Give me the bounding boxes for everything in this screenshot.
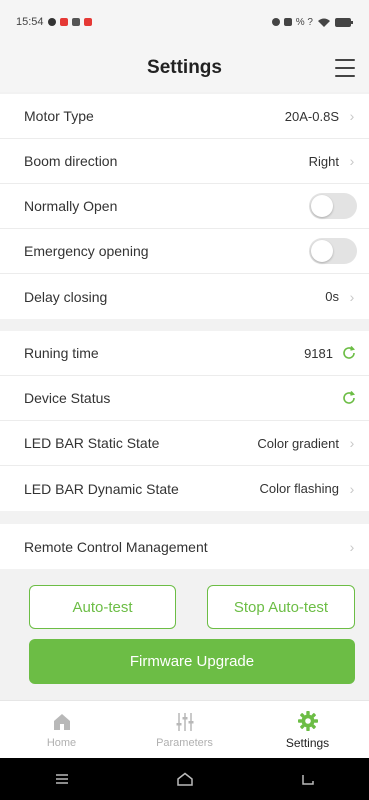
row-right: Color flashing ›: [260, 481, 358, 497]
settings-group-remote: Remote Control Management ›: [0, 524, 369, 569]
row-running-time: Runing time 9181: [0, 331, 369, 376]
menu-icon-line: [335, 67, 355, 69]
nav-settings[interactable]: Settings: [246, 701, 369, 758]
row-right: Color gradient ›: [257, 435, 357, 451]
row-label: Boom direction: [24, 153, 118, 169]
sliders-icon: [176, 712, 193, 731]
normally-open-toggle[interactable]: [309, 193, 357, 219]
toggle-knob: [311, 240, 333, 262]
row-label: Device Status: [24, 390, 111, 406]
row-boom-direction[interactable]: Boom direction Right ›: [0, 139, 369, 184]
app-header: Settings: [0, 44, 369, 92]
chevron-right-icon: ›: [349, 108, 355, 124]
row-value: 9181: [304, 345, 333, 361]
settings-group-status: Runing time 9181 Device Status LED BAR S…: [0, 331, 369, 511]
row-right: 20A-0.8S ›: [285, 108, 357, 124]
row-label: Emergency opening: [24, 243, 149, 259]
status-time: 15:54: [16, 16, 44, 28]
row-value: Color flashing: [259, 481, 340, 496]
row-device-status: Device Status: [0, 376, 369, 421]
notification-message-icon: [71, 18, 80, 26]
row-emergency-opening: Emergency opening: [0, 229, 369, 274]
sim-icon: [283, 18, 292, 26]
chevron-right-icon: ›: [349, 480, 355, 497]
battery-icon: [335, 17, 353, 27]
stop-auto-test-button[interactable]: Stop Auto-test: [207, 585, 355, 629]
bottom-nav: Home Parameters Settings: [0, 700, 369, 758]
row-label: Motor Type: [24, 108, 94, 124]
chevron-right-icon: ›: [349, 153, 355, 169]
row-right: 9181: [304, 345, 357, 361]
nav-label: Settings: [285, 735, 330, 750]
row-value: 0s: [325, 289, 339, 304]
home-icon: [53, 713, 70, 730]
chevron-right-icon: ›: [349, 538, 355, 555]
wifi-icon: [318, 18, 330, 27]
notification-alert-icon: [83, 18, 92, 26]
menu-button[interactable]: [335, 59, 355, 77]
row-led-bar-static[interactable]: LED BAR Static State Color gradient ›: [0, 421, 369, 466]
toggle-knob: [311, 195, 333, 217]
row-right: [341, 390, 357, 406]
row-label: Normally Open: [24, 198, 118, 214]
nav-parameters[interactable]: Parameters: [123, 701, 246, 758]
auto-test-button[interactable]: Auto-test: [29, 585, 176, 629]
nav-home[interactable]: Home: [0, 701, 123, 758]
status-left: 15:54: [16, 16, 92, 28]
status-signal-text: % ?: [295, 16, 313, 28]
notification-dot-icon: [47, 18, 56, 26]
row-label: LED BAR Static State: [24, 435, 160, 451]
row-delay-closing[interactable]: Delay closing 0s ›: [0, 274, 369, 319]
chevron-right-icon: ›: [349, 435, 355, 451]
system-nav-bar: [0, 758, 369, 800]
status-bar: 15:54 % ?: [0, 0, 369, 44]
home-button-icon[interactable]: [175, 771, 195, 787]
row-label: LED BAR Dynamic State: [24, 480, 179, 497]
row-value: Right: [308, 153, 339, 169]
refresh-icon[interactable]: [341, 345, 357, 361]
back-icon[interactable]: [298, 771, 318, 787]
menu-icon-line: [335, 75, 355, 77]
location-icon: [271, 18, 280, 26]
row-value: 20A-0.8S: [284, 108, 339, 124]
gear-icon: [297, 710, 318, 731]
row-right: 0s ›: [325, 289, 357, 305]
row-label: Runing time: [24, 345, 99, 361]
row-right: Right ›: [309, 153, 357, 169]
row-right: ›: [347, 539, 357, 555]
page-title: Settings: [147, 57, 222, 78]
row-remote-control-management[interactable]: Remote Control Management ›: [0, 524, 369, 569]
nav-label: Parameters: [156, 736, 213, 749]
chevron-right-icon: ›: [349, 288, 355, 305]
row-led-bar-dynamic[interactable]: LED BAR Dynamic State Color flashing ›: [0, 466, 369, 511]
refresh-icon[interactable]: [341, 390, 357, 406]
row-label: Delay closing: [24, 288, 108, 305]
settings-group-motor: Motor Type 20A-0.8S › Boom direction Rig…: [0, 94, 369, 319]
row-value: Color gradient: [257, 435, 339, 451]
recent-apps-icon[interactable]: [52, 771, 72, 787]
row-normally-open: Normally Open: [0, 184, 369, 229]
row-label: Remote Control Management: [24, 538, 208, 555]
nav-label: Home: [46, 736, 77, 749]
firmware-upgrade-button[interactable]: Firmware Upgrade: [29, 639, 355, 684]
status-right: % ?: [271, 16, 353, 28]
emergency-opening-toggle[interactable]: [309, 238, 357, 264]
row-motor-type[interactable]: Motor Type 20A-0.8S ›: [0, 94, 369, 139]
menu-icon-line: [335, 59, 355, 61]
notification-app-icon: [59, 18, 68, 26]
